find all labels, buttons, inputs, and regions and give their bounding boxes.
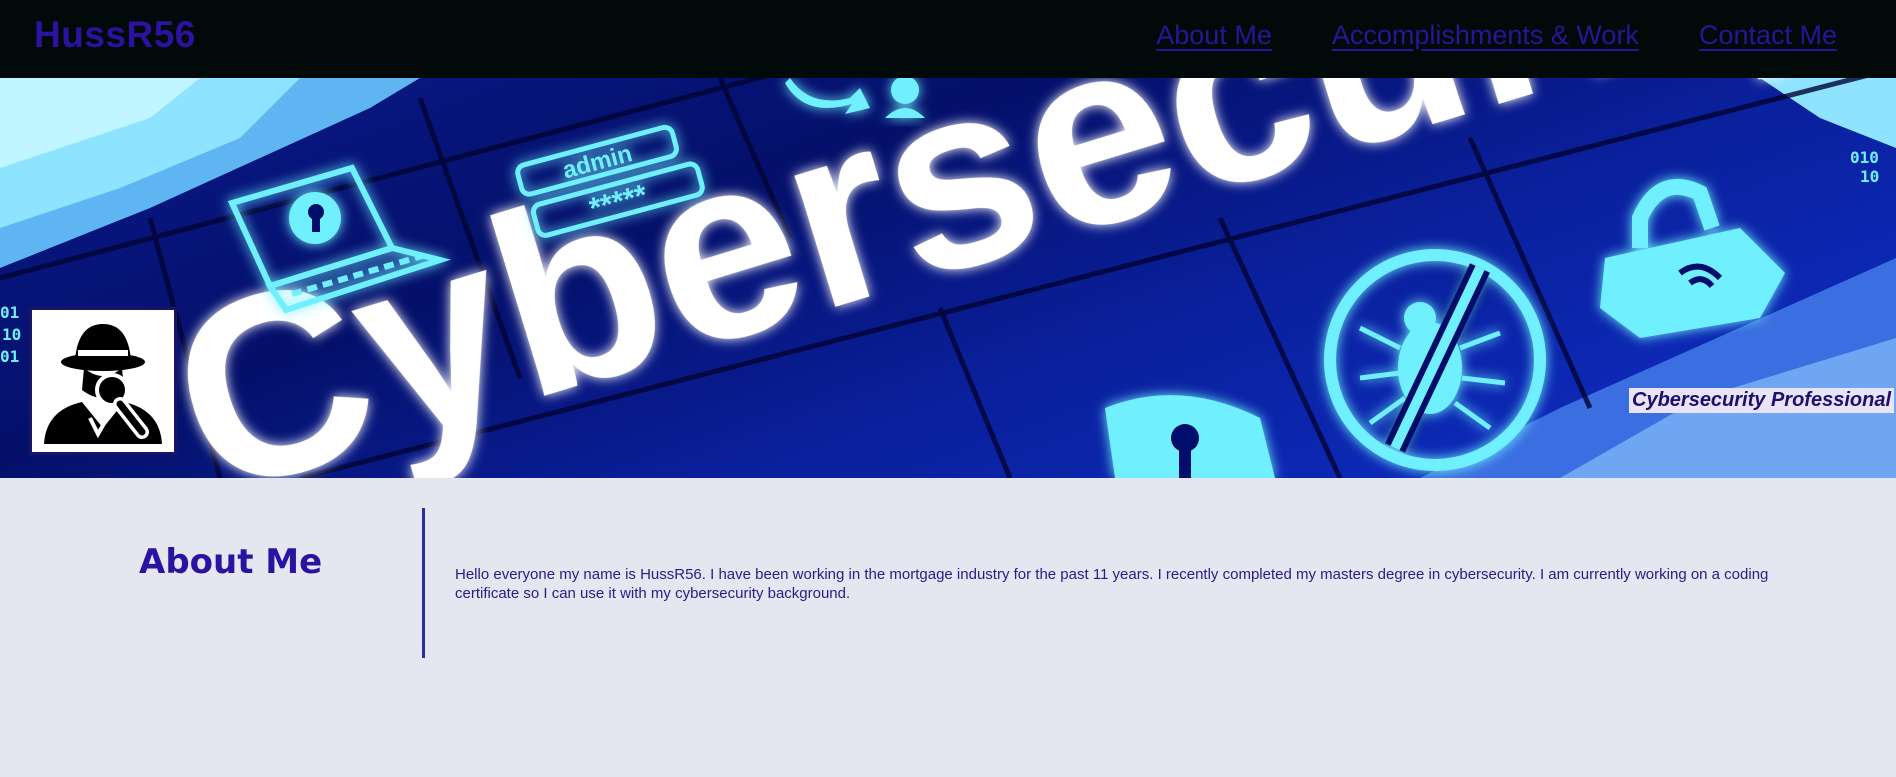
svg-text:10: 10 [2,325,21,344]
spy-hacker-icon [44,324,162,444]
top-nav: HussR56 About Me Accomplishments & Work … [0,0,1896,78]
section-divider [422,508,425,658]
hero-banner: Cybersecurity admin ***** 01 10 01 010 1… [0,78,1896,478]
svg-text:01: 01 [0,303,19,322]
padlock-wifi-icon [1600,178,1785,338]
svg-text:01: 01 [0,347,19,366]
svg-text:10: 10 [1860,167,1879,186]
nav-link-accomplishments[interactable]: Accomplishments & Work [1332,20,1639,51]
nav-link-contact[interactable]: Contact Me [1699,20,1837,51]
svg-text:010: 010 [1850,148,1879,167]
about-text: Hello everyone my name is HussR56. I hav… [455,566,1769,602]
tagline: Cybersecurity Professional [1629,388,1894,413]
no-bug-icon [1324,249,1546,471]
site-logo[interactable]: HussR56 [34,14,196,56]
cyber-keyboard-graphic: Cybersecurity admin ***** 01 10 01 010 1… [0,78,1896,478]
about-heading: About Me [139,542,323,582]
shield-keyhole-icon [1105,395,1275,478]
avatar [29,307,177,455]
nav-links: About Me Accomplishments & Work Contact … [1156,20,1837,51]
nav-link-about[interactable]: About Me [1156,20,1272,51]
